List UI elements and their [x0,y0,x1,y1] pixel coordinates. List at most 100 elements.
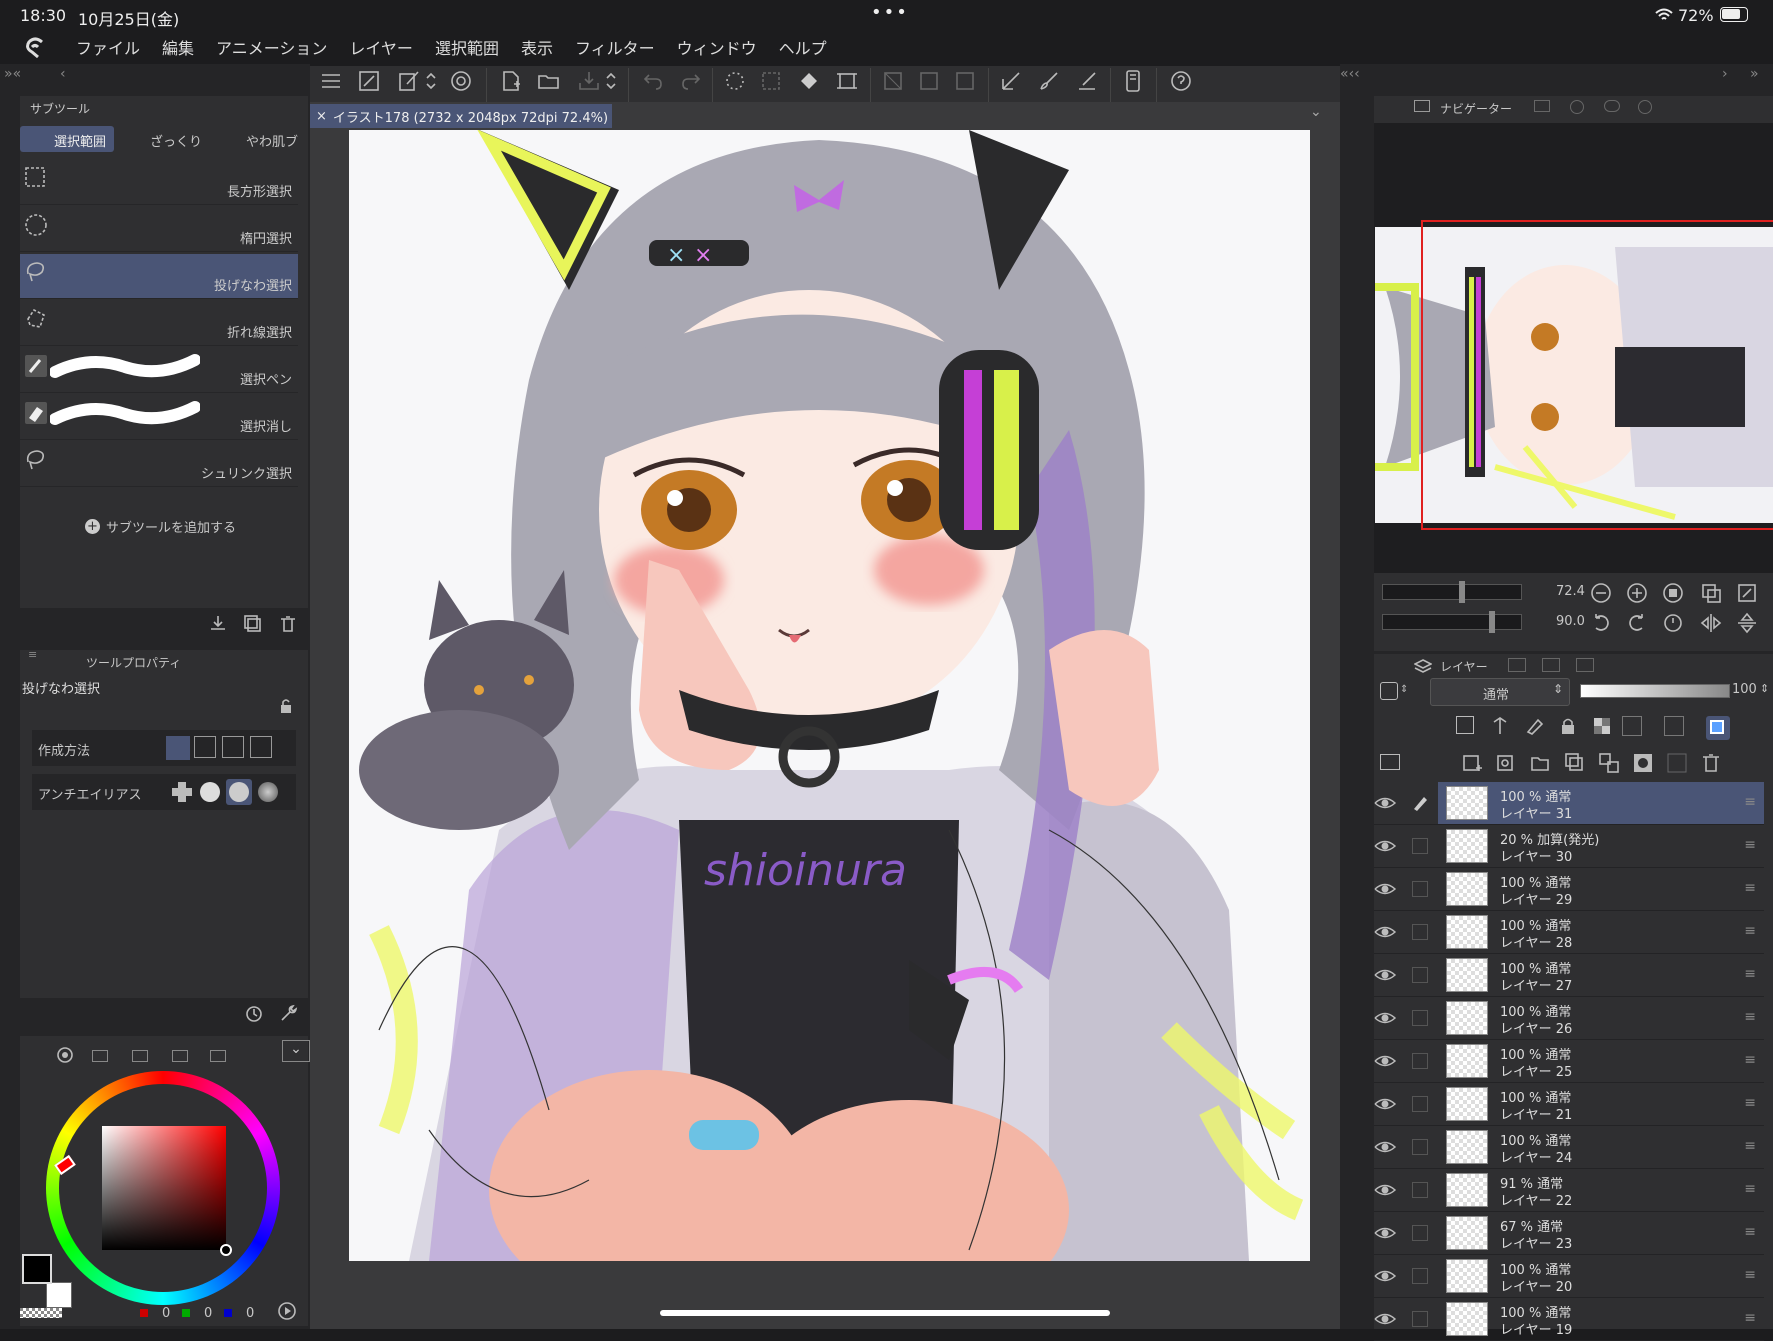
layer-panel-menu-icon[interactable] [1380,754,1400,770]
layer-drag-handle-icon[interactable]: ≡ [1744,1138,1756,1154]
layer-drag-handle-icon[interactable]: ≡ [1744,923,1756,939]
layer-lock-checkbox[interactable] [1412,1010,1428,1026]
merge-layer-icon[interactable] [1598,752,1620,774]
new-vector-layer-icon[interactable] [1496,752,1518,774]
layer-lock-checkbox[interactable] [1412,967,1428,983]
collapse-left-icon[interactable]: »« [4,66,21,82]
canvas-resize-icon[interactable] [354,66,384,96]
layer-row[interactable]: 100 % 通常 レイヤー 24 ≡ [1374,1126,1764,1169]
close-icon[interactable]: × [316,109,327,124]
menu-layer[interactable]: レイヤー [349,35,413,59]
ruler-icon[interactable] [996,66,1026,96]
edit-target-pen-icon[interactable] [1412,795,1428,811]
layer-mask-icon[interactable] [1632,752,1654,774]
clip-layer-icon[interactable] [1456,716,1474,734]
delete-layer-icon[interactable] [1700,752,1722,774]
layer-row[interactable]: 100 % 通常 レイヤー 20 ≡ [1374,1255,1764,1298]
home-indicator[interactable] [660,1310,1110,1316]
menu-animation[interactable]: アニメーション [216,35,327,59]
layer-lock-checkbox[interactable] [1412,1096,1428,1112]
eye-icon[interactable] [1374,923,1396,941]
layer-lock-checkbox[interactable] [1412,1139,1428,1155]
info-tab-icon[interactable] [1638,100,1652,114]
layer-color-mode-icon[interactable] [1380,682,1398,700]
clear-selection-icon[interactable] [878,66,908,96]
blend-mode-select[interactable]: 通常 ⇕ [1430,678,1570,706]
aa-weak-option[interactable] [200,782,220,802]
layer-color-icon[interactable] [1706,716,1730,740]
reset-icon[interactable] [244,1004,264,1024]
open-folder-icon[interactable] [534,66,564,96]
zoom-in-icon[interactable] [1626,582,1648,604]
invert-selection-icon[interactable] [914,66,944,96]
zoom-out-icon[interactable] [1590,582,1612,604]
flip-horizontal-icon[interactable] [1700,612,1722,634]
subtool-tab-selection[interactable]: 選択範囲 [20,126,114,152]
eye-icon[interactable] [1374,1181,1396,1199]
layer-lock-checkbox[interactable] [1412,1311,1428,1327]
new-file-icon[interactable] [496,66,526,96]
pen-snap-icon[interactable] [1072,66,1102,96]
layer-drag-handle-icon[interactable]: ≡ [1744,1267,1756,1283]
subtool-lasso-select[interactable]: 投げなわ選択 [20,254,298,299]
sub-view-tab-icon[interactable] [1534,100,1550,112]
layer-row[interactable]: 100 % 通常 レイヤー 31 ≡ [1374,782,1764,825]
intermediate-color-tab-icon[interactable] [210,1050,226,1062]
layer-drag-handle-icon[interactable]: ≡ [1744,1224,1756,1240]
color-set-tab-icon[interactable] [92,1050,108,1062]
canvas-tab[interactable]: × イラスト178 (2732 x 2048px 72dpi 72.4%) [310,104,612,128]
menu-view[interactable]: 表示 [521,35,553,59]
eye-icon[interactable] [1374,1009,1396,1027]
eye-icon[interactable] [1374,880,1396,898]
layer-drag-handle-icon[interactable]: ≡ [1744,837,1756,853]
flip-vertical-icon[interactable] [1736,612,1758,634]
layer-row[interactable]: 100 % 通常 レイヤー 19 ≡ [1374,1298,1764,1341]
mask-enable-icon[interactable] [1622,716,1642,736]
layer-row[interactable]: 100 % 通常 レイヤー 27 ≡ [1374,954,1764,997]
menu-hamburger-icon[interactable] [316,66,346,96]
material-tab-icon[interactable] [1604,100,1620,112]
layer-row[interactable]: 67 % 通常 レイヤー 23 ≡ [1374,1212,1764,1255]
layer-row[interactable]: 100 % 通常 レイヤー 25 ≡ [1374,1040,1764,1083]
copy-layer-icon[interactable] [1564,752,1586,774]
transform-icon[interactable] [832,66,862,96]
search-tab-icon[interactable] [1570,100,1584,114]
duplicate-icon[interactable] [243,614,263,634]
color-mode-chevron-icon[interactable]: ⇕ [1400,684,1408,695]
wrench-icon[interactable] [278,1004,298,1024]
edit-pen-icon[interactable] [394,66,424,96]
history-tab-icon[interactable] [1542,658,1560,672]
trash-icon[interactable] [278,614,298,634]
layer-drag-handle-icon[interactable]: ≡ [1744,1310,1756,1326]
rotate-slider[interactable] [1382,611,1522,633]
draft-layer-icon[interactable] [1524,716,1544,736]
layer-lock-checkbox[interactable] [1412,924,1428,940]
aa-medium-option[interactable] [226,779,252,805]
layer-drag-handle-icon[interactable]: ≡ [1744,880,1756,896]
artwork[interactable]: shioinura × × [349,130,1310,1261]
background-color-swatch[interactable] [46,1282,72,1308]
eye-icon[interactable] [1374,794,1396,812]
import-icon[interactable] [208,614,228,634]
lock-icon[interactable] [278,698,294,714]
chevron-down-icon[interactable]: ⌄ [282,1040,310,1062]
apply-mask-icon[interactable] [1666,752,1688,774]
rotate-left-icon[interactable] [1590,612,1612,634]
new-raster-layer-icon[interactable] [1462,752,1484,774]
transparent-color-swatch[interactable] [20,1308,62,1318]
fill-bucket-icon[interactable] [794,66,824,96]
color-wheel-tab-icon[interactable] [56,1046,74,1064]
layer-row[interactable]: 20 % 加算(発光) レイヤー 30 ≡ [1374,825,1764,868]
layer-drag-handle-icon[interactable]: ≡ [1744,1095,1756,1111]
eye-icon[interactable] [1374,1310,1396,1328]
fit-view-icon[interactable] [1662,582,1684,604]
color-mode-icon[interactable] [276,1300,298,1322]
lock-transparency-icon[interactable] [1592,716,1612,736]
layer-drag-handle-icon[interactable]: ≡ [1744,794,1756,810]
method-add-selection[interactable] [194,736,216,758]
layer-drag-handle-icon[interactable]: ≡ [1744,1052,1756,1068]
eye-icon[interactable] [1374,1095,1396,1113]
opacity-slider[interactable] [1580,684,1730,698]
subtool-select-eraser[interactable]: 選択消し [20,395,298,440]
menu-window[interactable]: ウィンドウ [677,35,757,59]
